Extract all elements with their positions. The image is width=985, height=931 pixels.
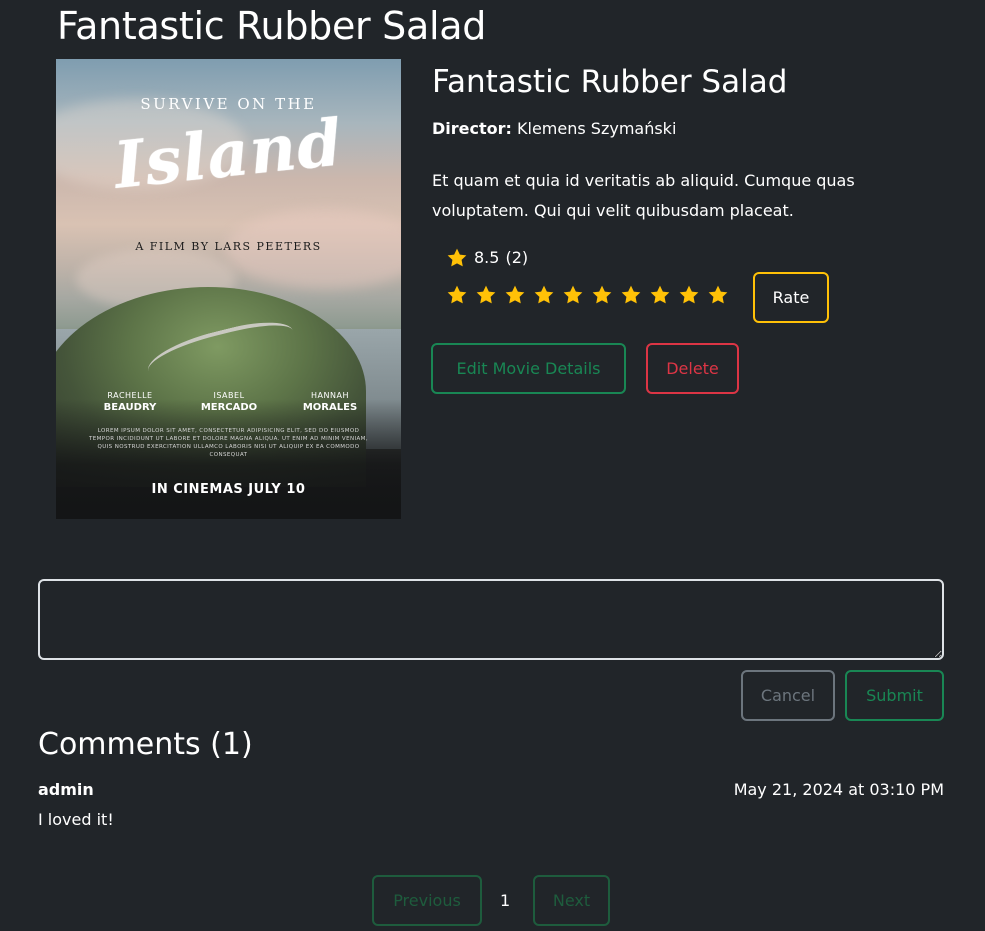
director-line: Director: Klemens Szymański xyxy=(432,117,676,141)
comment-input[interactable] xyxy=(38,579,944,660)
delete-movie-button[interactable]: Delete xyxy=(646,343,739,394)
page-title: Fantastic Rubber Salad xyxy=(57,4,487,48)
rating-value: 8.5 xyxy=(474,248,500,267)
poster-byline: A FILM BY LARS PEETERS xyxy=(135,240,322,253)
next-page-button[interactable]: Next xyxy=(533,875,610,926)
star-4-icon[interactable] xyxy=(533,284,555,306)
star-9-icon[interactable] xyxy=(678,284,700,306)
rate-button[interactable]: Rate xyxy=(753,272,829,323)
current-page-number[interactable]: 1 xyxy=(500,889,510,913)
submit-button[interactable]: Submit xyxy=(845,670,944,721)
star-5-icon[interactable] xyxy=(562,284,584,306)
star-7-icon[interactable] xyxy=(620,284,642,306)
rating-count: (2) xyxy=(505,248,529,267)
star-3-icon[interactable] xyxy=(504,284,526,306)
rating-summary: 8.5 (2) xyxy=(446,246,528,270)
poster-release-date: IN CINEMAS JULY 10 xyxy=(151,482,306,497)
poster-cast-1: RACHELLE BEAUDRY xyxy=(103,391,157,413)
comment-date: May 21, 2024 at 03:10 PM xyxy=(733,780,944,799)
movie-description: Et quam et quia id veritatis ab aliquid.… xyxy=(432,171,855,220)
poster-cast-3: HANNAH MORALES xyxy=(302,391,358,413)
edit-movie-button[interactable]: Edit Movie Details xyxy=(431,343,626,394)
star-8-icon[interactable] xyxy=(649,284,671,306)
movie-poster: SURVIVE ON THE Island A FILM BY LARS PEE… xyxy=(56,59,401,519)
movie-title: Fantastic Rubber Salad xyxy=(432,64,788,100)
star-icon xyxy=(447,248,467,267)
previous-page-button[interactable]: Previous xyxy=(372,875,482,926)
star-6-icon[interactable] xyxy=(591,284,613,306)
movie-detail-page: Fantastic Rubber Salad SURVIVE ON THE Is… xyxy=(0,0,985,931)
director-label: Director: xyxy=(432,119,512,138)
star-10-icon[interactable] xyxy=(707,284,729,306)
poster-cast-2: ISABEL MERCADO xyxy=(200,391,258,413)
comments-heading: Comments (1) xyxy=(38,727,253,762)
poster-fine-print: LOREM IPSUM DOLOR SIT AMET, CONSECTETUR … xyxy=(89,428,368,458)
star-rating-input[interactable] xyxy=(446,284,729,306)
star-1-icon[interactable] xyxy=(446,284,468,306)
star-2-icon[interactable] xyxy=(475,284,497,306)
cancel-button[interactable]: Cancel xyxy=(741,670,835,721)
comment-text: I loved it! xyxy=(38,810,114,829)
director-name: Klemens Szymański xyxy=(517,119,677,138)
comment-author: admin xyxy=(38,780,94,799)
